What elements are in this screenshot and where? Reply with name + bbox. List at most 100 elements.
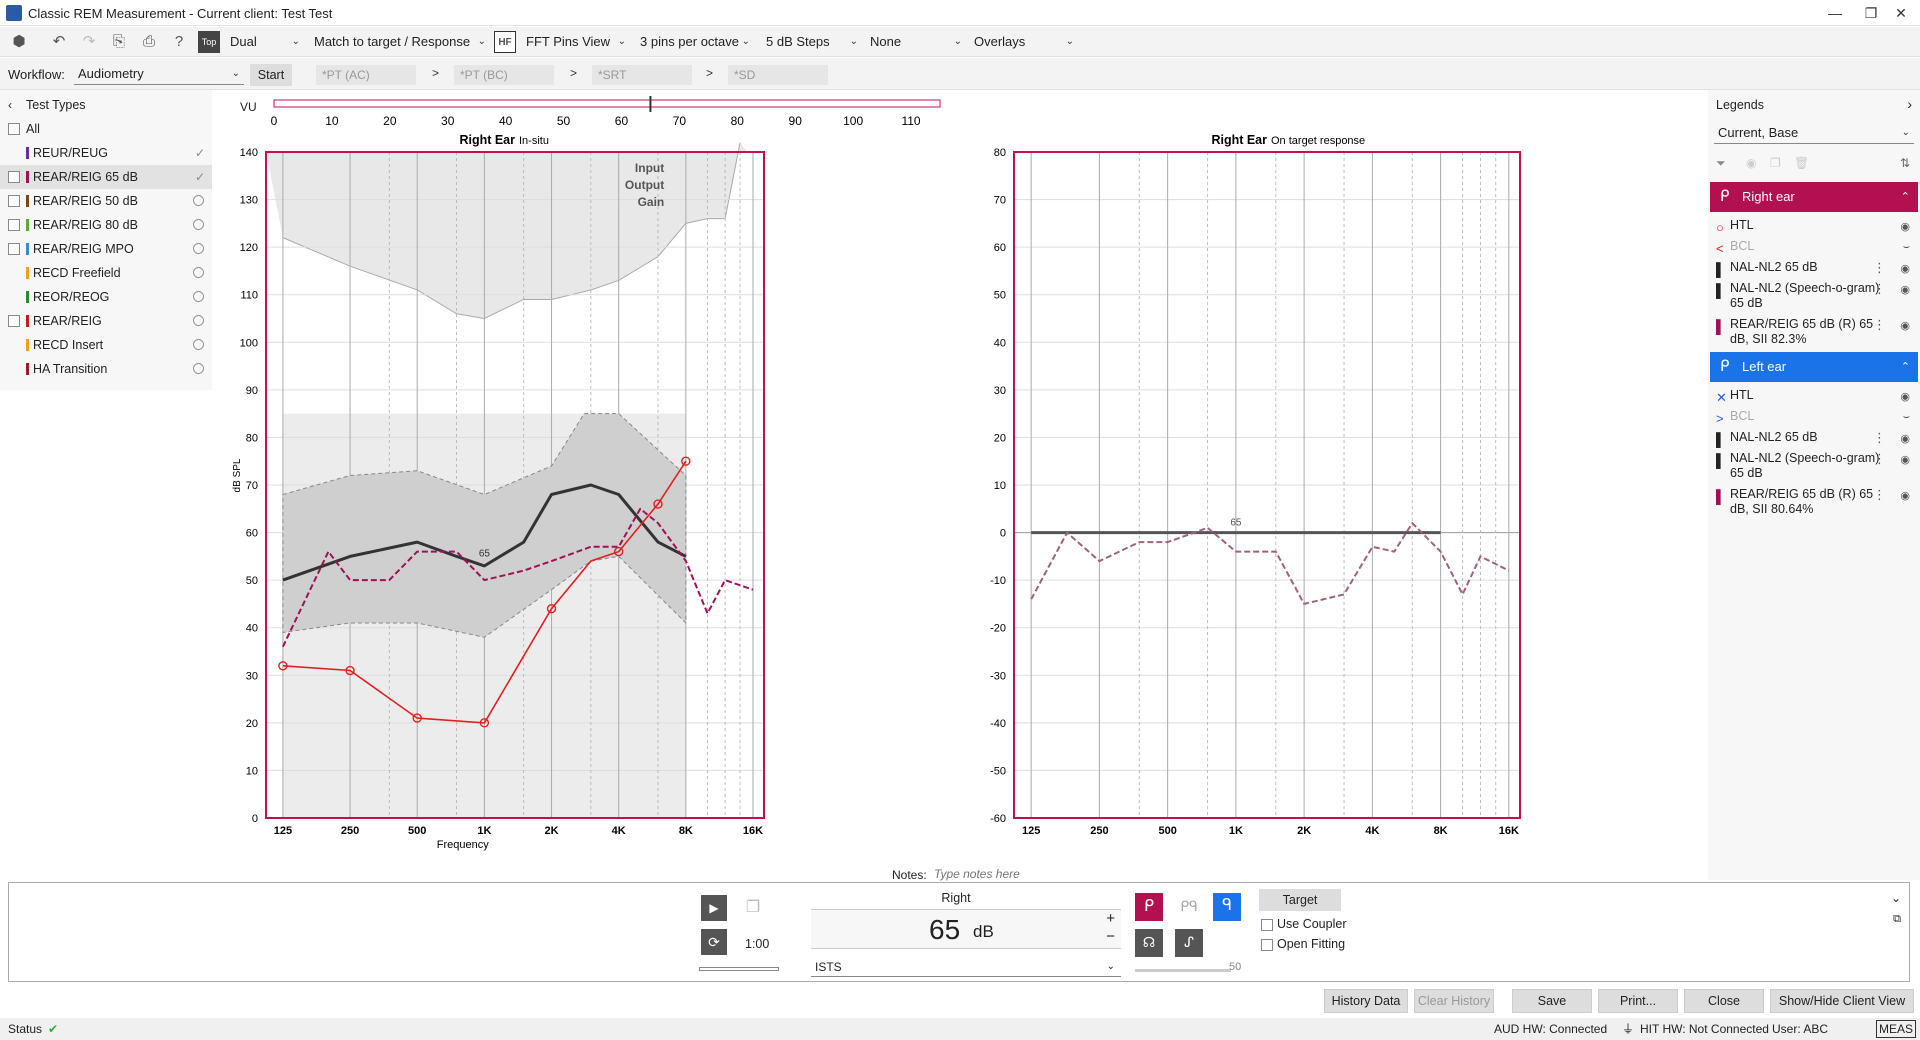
- test-type-item[interactable]: REAR/REIG: [0, 309, 212, 333]
- checkbox[interactable]: [8, 195, 20, 207]
- binaural-icon[interactable]: ᑭᑫ: [1175, 893, 1203, 921]
- workflow-step-srt[interactable]: *SRT: [592, 65, 692, 85]
- match-dropdown[interactable]: Match to target / Response ⌄: [310, 31, 490, 53]
- checkbox[interactable]: [8, 171, 20, 183]
- copy-icon[interactable]: ❐: [1770, 156, 1781, 170]
- filter-icon[interactable]: ⏷: [1716, 156, 1726, 171]
- print-button[interactable]: Print...: [1598, 989, 1678, 1013]
- more-icon[interactable]: ⋮: [1873, 430, 1886, 446]
- minimize-button[interactable]: —: [1816, 2, 1854, 24]
- headphones-icon[interactable]: ☊: [1135, 929, 1163, 957]
- eye-icon[interactable]: ◉: [1900, 489, 1910, 502]
- eye-icon[interactable]: ◉: [1900, 283, 1910, 296]
- in-situ-chart[interactable]: Right Ear In-situ 0 10 20 30 40 50 60 70 80 90 100 11…: [222, 132, 952, 852]
- delete-icon[interactable]: 🗑: [1794, 156, 1809, 170]
- open-fitting-checkbox[interactable]: [1261, 939, 1273, 951]
- eye-icon[interactable]: ◉: [1900, 432, 1910, 445]
- close-button[interactable]: Close: [1684, 989, 1764, 1013]
- legend-item[interactable]: ▌ NAL-NL2 (Speech-o-gram) 65 dB ⋮ ◉: [1708, 281, 1920, 317]
- loop-icon[interactable]: ⟳: [701, 929, 727, 955]
- legend-item[interactable]: ▌ REAR/REIG 65 dB (R) 65 dB, SII 80.64% ⋮ ◉: [1708, 487, 1920, 523]
- checkbox[interactable]: [8, 243, 20, 255]
- close-window-button[interactable]: ✕: [1882, 2, 1920, 24]
- eye-icon[interactable]: ◉: [1900, 319, 1910, 332]
- mode-dropdown[interactable]: Dual ⌄: [226, 31, 304, 53]
- hidden-eye-icon[interactable]: ⌣: [1903, 411, 1910, 424]
- on-target-chart[interactable]: Right Ear On target response -60 -50 -40 -30 -…: [970, 132, 1700, 852]
- play-icon[interactable]: ▶: [701, 895, 727, 921]
- hf-icon[interactable]: HF: [494, 31, 516, 53]
- legend-item[interactable]: ✕ HTL ◉: [1708, 388, 1920, 409]
- test-type-item[interactable]: REAR/REIG MPO: [0, 237, 212, 261]
- workflow-step-pt-ac[interactable]: *PT (AC): [316, 65, 416, 85]
- sort-icon[interactable]: ⇅: [1900, 156, 1910, 170]
- signal-dropdown[interactable]: ISTS ⌄: [811, 957, 1121, 977]
- test-type-item[interactable]: REAR/REIG 80 dB: [0, 213, 212, 237]
- checkbox[interactable]: [8, 123, 20, 135]
- workflow-step-sd[interactable]: *SD: [728, 65, 828, 85]
- test-type-item[interactable]: REOR/REOG: [0, 285, 212, 309]
- legend-source-dropdown[interactable]: Current, Base ⌄: [1714, 122, 1914, 144]
- start-button[interactable]: Start: [250, 64, 292, 86]
- hearing-aid-icon[interactable]: ᔑ: [1175, 929, 1203, 957]
- use-coupler-checkbox[interactable]: [1261, 919, 1273, 931]
- level-increase-button[interactable]: +: [1106, 910, 1115, 927]
- clear-history-button[interactable]: Clear History: [1414, 989, 1494, 1013]
- export-icon[interactable]: ⎘: [108, 31, 130, 53]
- level-decrease-button[interactable]: −: [1106, 928, 1115, 945]
- more-icon[interactable]: ⋮: [1873, 451, 1886, 467]
- legend-item[interactable]: ▌ NAL-NL2 (Speech-o-gram) 65 dB ⋮ ◉: [1708, 451, 1920, 487]
- save-button[interactable]: Save: [1512, 989, 1592, 1013]
- hidden-eye-icon[interactable]: ⌣: [1903, 241, 1910, 254]
- legend-item[interactable]: ▌ NAL-NL2 65 dB ⋮ ◉: [1708, 430, 1920, 451]
- view-dropdown[interactable]: FFT Pins View ⌄: [522, 31, 630, 53]
- test-type-item[interactable]: REAR/REIG 65 dB ✓: [0, 165, 212, 189]
- legend-item[interactable]: < BCL ⌣: [1708, 239, 1920, 260]
- more-icon[interactable]: ⋮: [1873, 281, 1886, 297]
- more-icon[interactable]: ⋮: [1873, 317, 1886, 333]
- pins-dropdown[interactable]: 3 pins per octave ⌄: [636, 31, 754, 53]
- overlays-dropdown[interactable]: Overlays ⌄: [970, 31, 1078, 53]
- more-icon[interactable]: ⋮: [1873, 260, 1886, 276]
- legend-item[interactable]: ▌ REAR/REIG 65 dB (R) 65 dB, SII 82.3% ⋮ ◉: [1708, 317, 1920, 353]
- test-type-item[interactable]: REAR/REIG 50 dB: [0, 189, 212, 213]
- duration-value[interactable]: 1:00: [745, 937, 769, 951]
- visibility-icon[interactable]: ◉: [1746, 156, 1756, 170]
- undo-icon[interactable]: ↶: [48, 31, 70, 53]
- test-type-item[interactable]: HA Transition: [0, 357, 212, 381]
- legend-item[interactable]: ▌ NAL-NL2 65 dB ⋮ ◉: [1708, 260, 1920, 281]
- workflow-step-pt-bc[interactable]: *PT (BC): [454, 65, 554, 85]
- menu-cube-icon[interactable]: ⬢: [8, 31, 30, 53]
- redo-icon[interactable]: ↷: [78, 31, 100, 53]
- legend-item[interactable]: > BCL ⌣: [1708, 409, 1920, 430]
- notes-input[interactable]: [934, 865, 1134, 883]
- volume-slider[interactable]: [1135, 969, 1231, 972]
- print-icon[interactable]: ⎙: [138, 31, 160, 53]
- right-ear-header[interactable]: ᑭ Right ear ⌃: [1710, 182, 1918, 212]
- legend-item[interactable]: ○ HTL ◉: [1708, 218, 1920, 239]
- eye-icon[interactable]: ◉: [1900, 262, 1910, 275]
- chevron-down-icon[interactable]: ⌄: [1891, 891, 1901, 905]
- steps-dropdown[interactable]: 5 dB Steps ⌄: [762, 31, 862, 53]
- test-type-item[interactable]: REUR/REUG ✓: [0, 141, 212, 165]
- show-hide-client-view-button[interactable]: Show/Hide Client View: [1770, 989, 1914, 1013]
- chevron-right-icon[interactable]: ›: [1907, 96, 1912, 112]
- layers-icon[interactable]: ❐: [739, 895, 767, 921]
- checkbox[interactable]: [8, 219, 20, 231]
- test-type-all[interactable]: All: [0, 117, 212, 141]
- workflow-dropdown[interactable]: Audiometry ⌄: [74, 63, 244, 85]
- test-type-item[interactable]: RECD Freefield: [0, 261, 212, 285]
- none-dropdown[interactable]: None ⌄: [866, 31, 966, 53]
- target-button[interactable]: Target: [1259, 889, 1341, 911]
- eye-icon[interactable]: ◉: [1900, 453, 1910, 466]
- help-icon[interactable]: ?: [168, 31, 190, 53]
- more-icon[interactable]: ⋮: [1873, 487, 1886, 503]
- left-ear-toggle-icon[interactable]: ᑫ: [1213, 893, 1241, 921]
- test-type-item[interactable]: RECD Insert: [0, 333, 212, 357]
- eye-icon[interactable]: ◉: [1900, 220, 1910, 233]
- top-view-icon[interactable]: Top: [198, 31, 220, 53]
- right-ear-toggle-icon[interactable]: ᑭ: [1135, 893, 1163, 921]
- level-box[interactable]: 65 dB + −: [811, 909, 1121, 949]
- popout-icon[interactable]: ⧉: [1893, 913, 1901, 926]
- left-ear-header[interactable]: ᑭ Left ear ⌃: [1710, 352, 1918, 382]
